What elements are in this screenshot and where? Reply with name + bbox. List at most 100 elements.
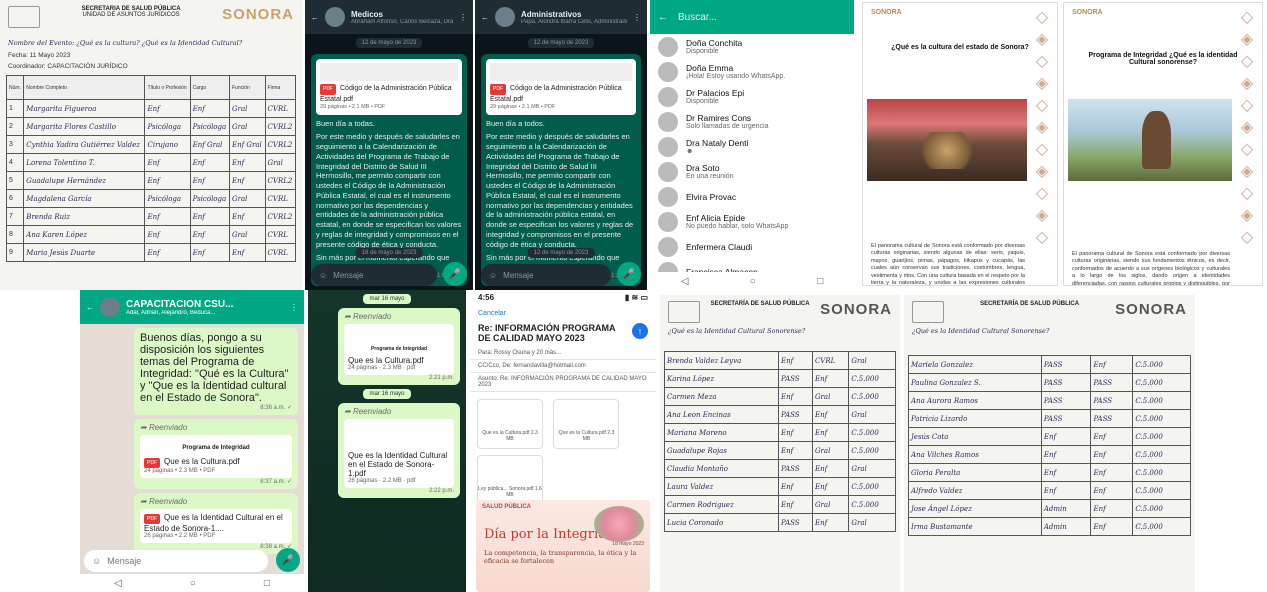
back-arrow-icon[interactable]: ← [311, 13, 319, 22]
mic-icon[interactable]: 🎤 [617, 262, 641, 286]
pdf-icon: PDF [144, 514, 160, 524]
to-field[interactable]: Para: Rossy Osuna y 20 más... [470, 347, 656, 360]
contact-item[interactable]: Elvira Provac [650, 184, 854, 209]
document-attachment[interactable]: PDF Que es la Identidad Cultural en el Es… [140, 509, 292, 543]
contact-avatar[interactable] [658, 136, 678, 157]
contact-avatar[interactable] [658, 111, 678, 132]
group-avatar[interactable] [325, 7, 345, 27]
search-input[interactable]: Buscar... [678, 12, 717, 23]
contact-item[interactable]: Enfermera Claudi [650, 234, 854, 259]
more-options-icon[interactable]: ⋮ [633, 13, 641, 22]
contact-avatar[interactable] [658, 161, 678, 182]
pdf-icon: PDF [144, 458, 160, 468]
cancel-button[interactable]: Cancelar [470, 308, 656, 319]
contact-item[interactable]: Dra Soto En una reunión [650, 159, 854, 184]
contact-item[interactable]: Dra Nataly Denti ☻ [650, 134, 854, 159]
contact-status: No puedo hablar, solo WhatsApp [686, 223, 789, 230]
back-arrow-icon[interactable]: ← [86, 303, 94, 312]
document-attachment[interactable]: Que es la Identidad Cultural en el Estad… [344, 419, 454, 488]
nav-home-icon[interactable]: ○ [750, 276, 756, 287]
emoji-icon[interactable]: ☺ [92, 556, 101, 566]
table-cell: CVRL2 [264, 171, 297, 191]
more-options-icon[interactable]: ⋮ [459, 13, 467, 22]
contact-avatar[interactable] [658, 86, 678, 107]
document-attachment[interactable]: PDF Código de la Administración Pública E… [316, 59, 462, 115]
contact-item[interactable]: Dr Palacios Epi Disponible [650, 84, 854, 109]
more-options-icon[interactable]: ⋮ [290, 303, 298, 312]
contact-avatar[interactable] [658, 36, 678, 57]
table-cell: Margarita Figueroa [23, 99, 146, 119]
table-cell: Enf [1090, 427, 1134, 446]
document-preview [490, 63, 632, 81]
cc-field[interactable]: CC/Cco, De: fernandavilla@hotmail.com [470, 360, 656, 373]
contact-status: Solo llamadas de urgencia [686, 123, 769, 130]
attachment-3[interactable]: Ley pública... Sonora.pdf 1.6 MB [477, 455, 543, 505]
table-cell: Lorena Tolentino T. [23, 153, 146, 173]
table-row: Jesús Cota Enf Enf C.5.000 [908, 427, 1191, 446]
attendance-sheet-3: SECRETARÍA DE SALUD PÚBLICA SONORA ¿Qué … [904, 295, 1195, 592]
table-cell: CVRL [264, 225, 297, 245]
message-input[interactable]: ☺ Mensaje [84, 550, 268, 572]
document-name: Que es la Identidad Cultural en el Estad… [348, 451, 448, 478]
contact-avatar[interactable] [658, 236, 678, 257]
chat-title[interactable]: Medicos [351, 10, 453, 19]
emoji-icon[interactable]: ☺ [319, 271, 327, 280]
table-cell: Ana Leon Encinas [663, 405, 780, 424]
group-avatar[interactable] [495, 7, 515, 27]
nav-recents-icon[interactable]: □ [264, 578, 270, 589]
table-cell: Karina López [663, 369, 780, 388]
document-attachment[interactable]: PDF Código de la Administración Pública E… [486, 59, 636, 115]
message-input-placeholder: Mensaje [333, 270, 364, 280]
contact-status: En una reunión [686, 173, 734, 180]
chat-title[interactable]: Administrativos [521, 10, 627, 19]
message-bubble[interactable]: Buenos días, pongo a su disposición los … [134, 328, 298, 415]
attachment-1[interactable]: Que es la Cultura.pdf 2.3 MB [477, 399, 543, 449]
search-bar[interactable]: ← Buscar... [650, 0, 854, 34]
table-cell: Mariela Gonzalez [908, 355, 1042, 374]
table-cell: Gral [848, 513, 896, 532]
table-cell: Enf [229, 153, 266, 173]
table-row: Lucia Coronado PASS Enf Gral [663, 513, 896, 532]
contact-avatar[interactable] [658, 211, 678, 232]
attachment-2[interactable]: Que es la Cultura.pdf 2.3 MB [553, 399, 620, 449]
forwarded-doc-bubble[interactable]: ➦ Reenviado Que es la Identidad Cultural… [338, 403, 460, 498]
attendance-table: Núm. Nombre Completo Título o Profesión Car… [5, 75, 297, 263]
nav-back-icon[interactable]: ◁ [114, 578, 122, 589]
back-arrow-icon[interactable]: ← [481, 13, 489, 22]
forwarded-doc-bubble[interactable]: ➦ Reenviado Programa de Integridad PDF Qu… [134, 419, 298, 489]
message-greeting: Buen día a todos. [486, 118, 545, 128]
message-input[interactable]: ☺ Mensaje [481, 264, 611, 286]
whatsapp-forwarded-docs: mar 16 mayo ➦ Reenviado Programa de Inte… [308, 290, 466, 592]
nav-recents-icon[interactable]: □ [817, 276, 823, 287]
table-cell: Gral [811, 495, 850, 514]
contact-item[interactable]: Doña Emma ¡Hola! Estoy usando WhatsApp. [650, 59, 854, 84]
table-row: 8 Ana Karen López Enf Enf Gral CVRL [5, 225, 297, 245]
back-arrow-icon[interactable]: ← [658, 12, 668, 23]
contact-item[interactable]: Enf Alicia Epide No puedo hablar, solo Wh… [650, 209, 854, 234]
document-attachment[interactable]: Programa de Integridad PDF Que es la Cult… [140, 435, 292, 478]
contact-name: Dra Nataly Denti [686, 138, 749, 148]
mic-icon[interactable]: 🎤 [443, 262, 467, 286]
mic-icon[interactable]: 🎤 [276, 548, 300, 572]
chat-title[interactable]: CAPACITACION CSU... [126, 299, 284, 310]
emoji-icon[interactable]: ☺ [489, 271, 497, 280]
document-attachment[interactable]: Programa de Integridad Que es la Cultura… [344, 324, 454, 375]
forwarded-doc-bubble[interactable]: ➦ Reenviado Programa de Integridad Que e… [338, 308, 460, 385]
nav-home-icon[interactable]: ○ [190, 578, 196, 589]
whatsapp-chat-administrativos: ← Administrativos Papá, Alondra Ibarra C… [475, 0, 647, 290]
table-row: Ana Aurora Ramos PASS PASS C.5.000 [908, 391, 1191, 410]
table-cell: Enf [778, 423, 813, 442]
nav-back-icon[interactable]: ◁ [681, 276, 689, 287]
forwarded-doc-bubble[interactable]: ➦ Reenviado PDF Que es la Identidad Cultu… [134, 493, 298, 554]
contact-item[interactable]: Doña Conchita Disponible [650, 34, 854, 59]
contact-item[interactable]: Dr Ramires Cons Solo llamadas de urgencia [650, 109, 854, 134]
status-clock: 4:56 [478, 293, 495, 302]
group-avatar[interactable] [100, 297, 120, 317]
table-row: Laura Valdez Enf Enf C.5.000 [663, 477, 896, 496]
contact-avatar[interactable] [658, 186, 678, 207]
contact-avatar[interactable] [658, 61, 678, 82]
message-input[interactable]: ☺ Mensaje [311, 264, 437, 286]
send-icon[interactable]: ↑ [632, 323, 648, 339]
subject-field[interactable]: Asunto: Re: INFORMACIÓN PROGRAMA DE CALI… [470, 373, 656, 392]
table-cell: Enf [144, 153, 191, 173]
